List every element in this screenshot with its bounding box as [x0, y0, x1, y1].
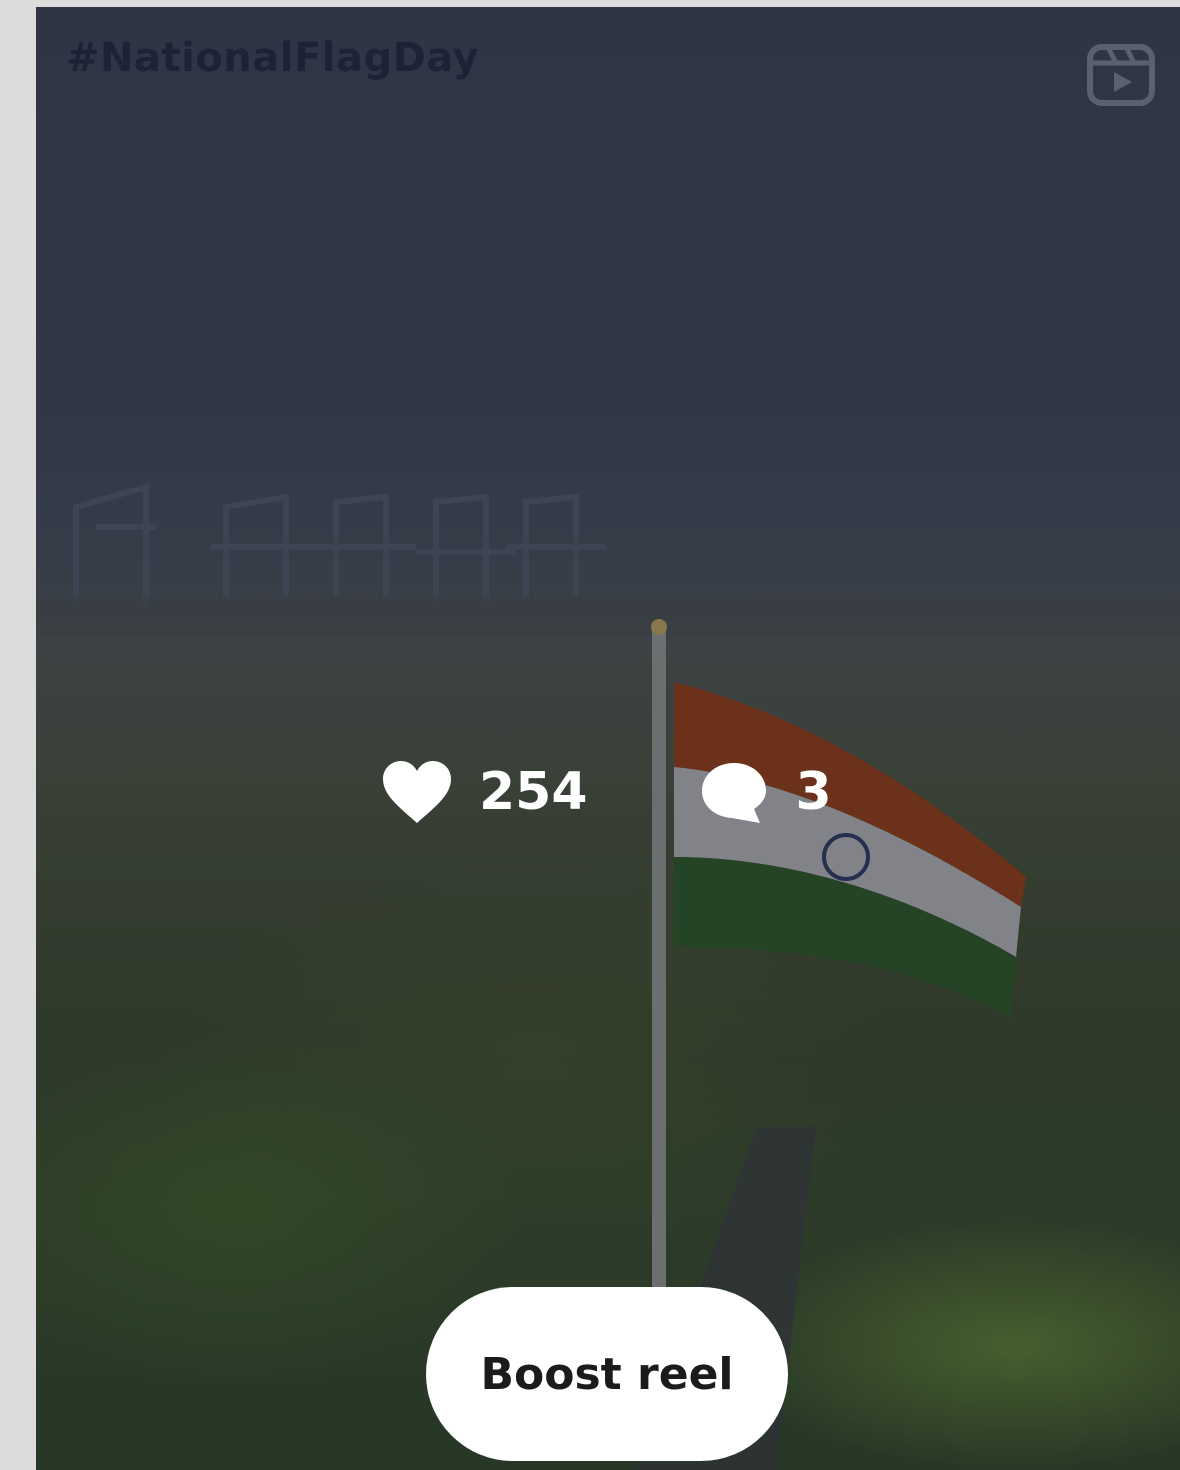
reel-hashtag: #NationalFlagDay: [66, 35, 480, 81]
comments-count: 3: [795, 762, 832, 822]
boost-reel-button[interactable]: Boost reel: [426, 1287, 788, 1461]
heart-icon: [383, 761, 451, 823]
reel-dim-overlay: [36, 7, 1180, 1470]
likes-count: 254: [479, 762, 588, 822]
likes-stat: 254: [381, 759, 588, 825]
comment-bubble-icon: [701, 763, 766, 823]
comments-stat: 3: [698, 759, 832, 825]
reel-engagement-stats: 254 3: [381, 752, 832, 832]
reels-icon: [1087, 44, 1155, 106]
reel-thumbnail[interactable]: #NationalFlagDay 254 3 Boost reel: [36, 7, 1180, 1470]
